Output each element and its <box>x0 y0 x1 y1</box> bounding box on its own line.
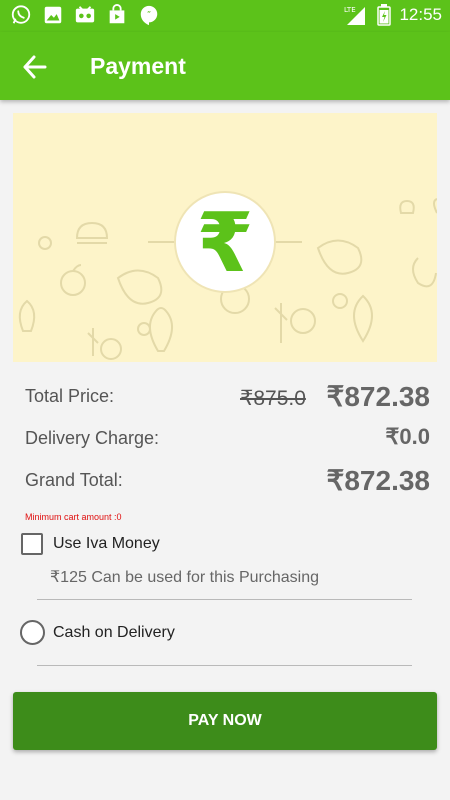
carrot-doodle <box>274 303 288 343</box>
chicken-doodle <box>116 269 163 305</box>
grand-total-label: Grand Total: <box>25 470 123 490</box>
wallet-balance-note: ₹125 Can be used for this Purchasing <box>50 569 320 586</box>
cash-on-delivery-radio[interactable] <box>20 620 45 645</box>
minimum-cart-note: Minimum cart amount :0 <box>25 512 122 522</box>
onion-doodle <box>149 307 173 352</box>
network-type: LTE <box>344 6 356 14</box>
payment-banner: ₹ <box>13 113 437 362</box>
grand-total-value: ₹872.38 <box>326 465 430 496</box>
status-bar: ” LTE 12:55 <box>0 0 450 32</box>
status-bar-notifications: ” <box>10 4 160 26</box>
page-title: Payment <box>90 53 186 79</box>
onion-doodle-2 <box>18 299 36 332</box>
apple-doodle-2 <box>412 257 437 288</box>
garlic-doodle <box>353 294 373 343</box>
total-price-label: Total Price: <box>25 386 115 406</box>
clock: 12:55 <box>399 5 442 24</box>
banner-illustration: ₹ <box>18 191 437 360</box>
use-wallet-label[interactable]: Use Iva Money <box>53 535 160 553</box>
pay-now-button[interactable]: PAY NOW <box>13 692 437 750</box>
total-price-value: ₹872.38 <box>326 381 430 412</box>
divider <box>37 665 412 666</box>
tomato-doodle <box>290 308 316 334</box>
whatsapp-icon <box>11 5 31 24</box>
apple-doodle <box>60 270 86 296</box>
app-bar: Payment <box>0 32 450 100</box>
delivery-charge-value: ₹0.0 <box>385 424 430 449</box>
signal-icon: LTE <box>344 6 366 25</box>
divider <box>37 599 412 600</box>
store-icon <box>109 4 125 24</box>
voicemail-icon <box>75 6 95 23</box>
chicken-doodle-2 <box>316 239 363 275</box>
rupee-icon: ₹ <box>196 196 253 291</box>
image-icon <box>44 6 62 24</box>
original-price: ₹875.0 <box>240 387 306 410</box>
svg-text:”: ” <box>147 9 151 19</box>
berry-doodle <box>332 293 348 309</box>
status-bar-system: LTE 12:55 <box>343 4 442 26</box>
use-wallet-checkbox[interactable] <box>21 533 43 555</box>
cash-on-delivery-label[interactable]: Cash on Delivery <box>53 624 175 642</box>
battery-icon <box>377 4 392 26</box>
delivery-charge-label: Delivery Charge: <box>25 428 160 448</box>
arrow-left-icon[interactable] <box>20 52 50 82</box>
burger-doodle <box>75 221 109 244</box>
hangouts-icon: ” <box>140 5 158 26</box>
